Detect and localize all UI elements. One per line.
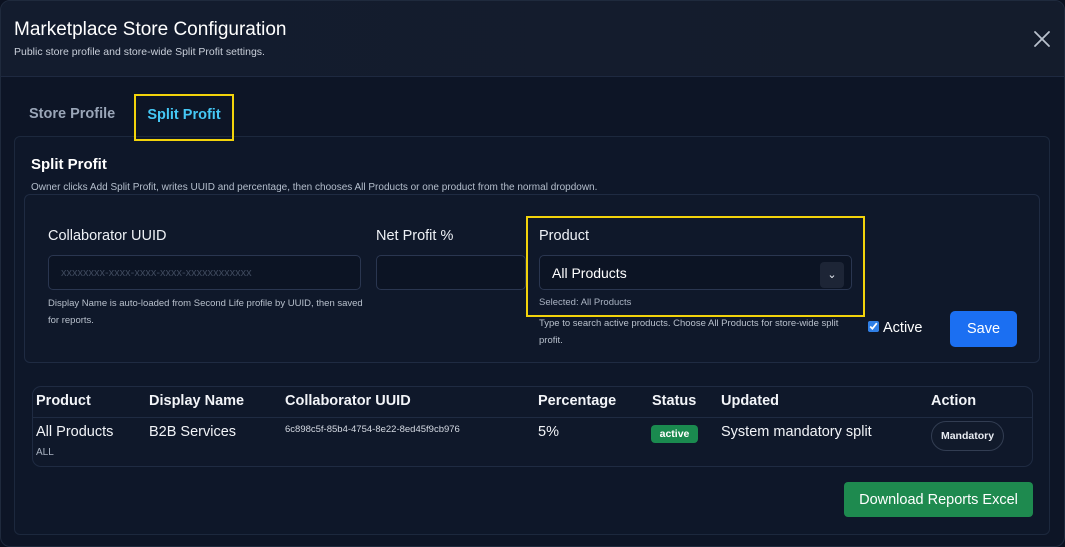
product-select-value: All Products: [552, 265, 627, 281]
collaborator-uuid-label: Collaborator UUID: [48, 228, 167, 244]
cell-percentage: 5%: [538, 424, 559, 440]
section-title: Split Profit: [31, 156, 107, 173]
column-header-percentage: Percentage: [538, 393, 617, 409]
save-button[interactable]: Save: [950, 311, 1017, 347]
modal-header: Marketplace Store Configuration Public s…: [1, 1, 1064, 77]
cell-product: All Products: [36, 424, 114, 440]
active-label: Active: [883, 320, 923, 336]
section-description: Owner clicks Add Split Profit, writes UU…: [31, 182, 598, 193]
download-reports-button[interactable]: Download Reports Excel: [844, 482, 1033, 517]
column-header-status: Status: [652, 393, 697, 409]
collaborator-uuid-input[interactable]: [48, 255, 361, 290]
tab-split-profit[interactable]: Split Profit: [134, 94, 234, 141]
modal-subtitle: Public store profile and store-wide Spli…: [14, 46, 265, 58]
modal-title: Marketplace Store Configuration: [14, 19, 287, 40]
close-icon: [1034, 31, 1050, 47]
product-label: Product: [539, 228, 589, 244]
mandatory-button[interactable]: Mandatory: [931, 421, 1004, 451]
active-checkbox[interactable]: [868, 321, 879, 332]
column-header-action: Action: [931, 393, 977, 409]
product-selected-note: Selected: All Products: [539, 297, 632, 308]
column-header-updated: Updated: [721, 393, 779, 409]
collaborator-uuid-help: Display Name is auto-loaded from Second …: [48, 298, 363, 326]
status-badge: active: [651, 425, 698, 443]
cell-updated: System mandatory split: [721, 424, 872, 440]
close-button[interactable]: [1031, 28, 1053, 50]
cell-display-name: B2B Services: [149, 424, 237, 440]
column-header-product: Product: [36, 393, 91, 409]
column-header-display-name: Display Name: [149, 393, 245, 409]
product-help: Type to search active products. Choose A…: [539, 318, 839, 346]
table-header-divider: [32, 417, 1033, 418]
chevron-down-icon[interactable]: ⌄: [820, 262, 844, 288]
column-header-uuid: Collaborator UUID: [285, 393, 411, 409]
tab-store-profile[interactable]: Store Profile: [17, 94, 127, 141]
product-select[interactable]: All Products ⌄: [539, 255, 852, 290]
store-config-modal: Marketplace Store Configuration Public s…: [0, 0, 1065, 547]
cell-uuid: 6c898c5f-85b4-4754-8e22-8ed45f9cb976: [285, 424, 460, 435]
cell-product-code: ALL: [36, 447, 54, 458]
net-profit-input[interactable]: [376, 255, 526, 290]
net-profit-label: Net Profit %: [376, 228, 454, 244]
